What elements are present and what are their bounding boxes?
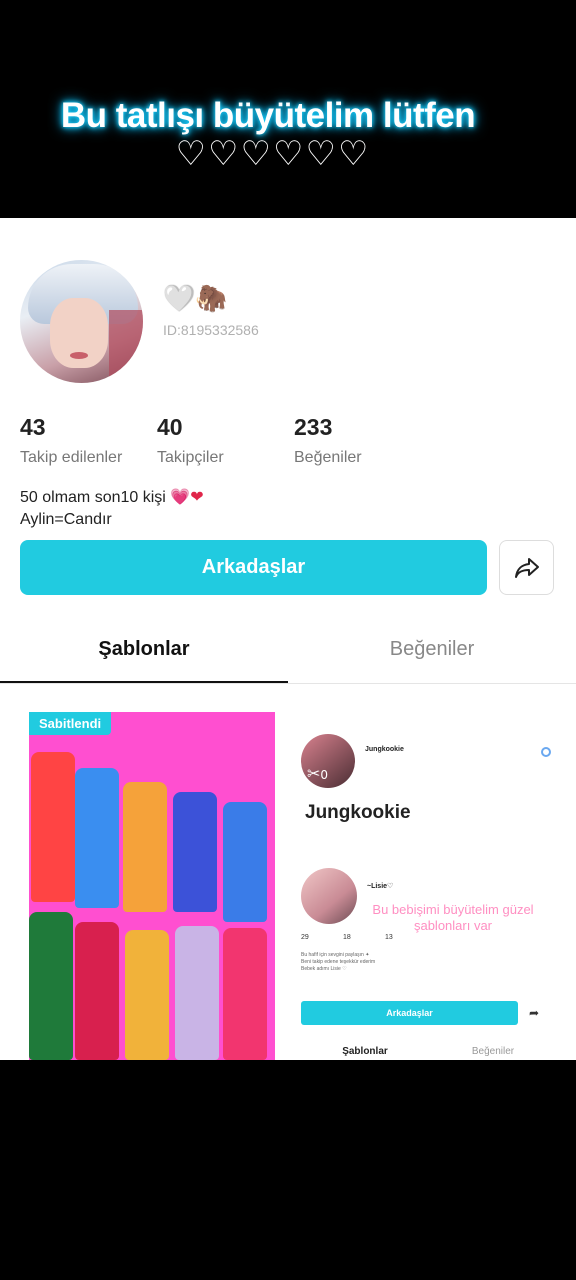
share-button[interactable] bbox=[499, 540, 554, 595]
tab-likes[interactable]: Beğeniler bbox=[288, 638, 576, 661]
scissors-count: 0 bbox=[320, 768, 329, 782]
card-stats: 29 18 13 bbox=[301, 934, 393, 941]
stat-followers[interactable]: 40 Takipçiler bbox=[157, 414, 224, 467]
pink-heart-icon: 💗 bbox=[170, 487, 191, 506]
stat-following[interactable]: 43 Takip edilenler bbox=[20, 414, 122, 467]
stat-likes[interactable]: 233 Beğeniler bbox=[294, 414, 362, 467]
stat-followers-value: 40 bbox=[157, 414, 183, 440]
profile-screen: 🤍🦣 ID:8195332586 43 Takip edilenler 40 T… bbox=[0, 218, 576, 1060]
user-id: ID:8195332586 bbox=[163, 322, 259, 338]
circle-icon bbox=[541, 747, 551, 757]
pinned-badge: Sabitlendi bbox=[29, 712, 112, 735]
card-tab-templates: Şablonlar bbox=[342, 1046, 388, 1057]
profile-name: 🤍🦣 bbox=[163, 284, 228, 314]
tab-templates[interactable]: Şablonlar bbox=[0, 638, 288, 661]
scissors-icon: ✂0 bbox=[307, 764, 329, 783]
stat-likes-value: 233 bbox=[294, 414, 333, 440]
bio: 50 olmam son10 kişi 💗❤ Aylin=Candır bbox=[20, 486, 204, 531]
white-heart-icon: 🤍 bbox=[163, 284, 196, 314]
caption-line-1: Bu tatlışı büyütelim lütfen bbox=[60, 96, 476, 135]
card-share-icon: ➦ bbox=[529, 1006, 540, 1020]
avatar[interactable] bbox=[20, 260, 143, 383]
card-friends-button: Arkadaşlar bbox=[301, 1001, 518, 1025]
red-heart-icon: ❤ bbox=[190, 487, 204, 506]
bio-line-1: 50 olmam son10 kişi bbox=[20, 489, 166, 506]
bio-line-2: Aylin=Candır bbox=[20, 511, 112, 528]
mammoth-icon: 🦣 bbox=[195, 284, 228, 314]
card-avatar-2 bbox=[301, 868, 357, 924]
template-video-card[interactable]: ✂0 Jungkookie Jungkookie ~Lisie♡ Bu bebi… bbox=[293, 712, 559, 1060]
friends-button[interactable]: Arkadaşlar bbox=[20, 540, 487, 595]
video-caption-overlay: Bu tatlışı büyütelim lütfen ♡♡♡♡♡♡ bbox=[0, 0, 576, 218]
card-title: Jungkookie bbox=[305, 802, 411, 823]
stat-following-value: 43 bbox=[20, 414, 46, 440]
stat-likes-label: Beğeniler bbox=[294, 449, 362, 466]
pinned-video-card[interactable]: Sabitlendi bbox=[29, 712, 275, 1060]
stat-following-label: Takip edilenler bbox=[20, 449, 123, 466]
card-tab-likes: Beğeniler bbox=[471, 1046, 515, 1057]
share-arrow-icon bbox=[515, 558, 539, 578]
stat-followers-label: Takipçiler bbox=[157, 449, 224, 466]
caption-hearts: ♡♡♡♡♡♡ bbox=[175, 134, 371, 174]
tab-divider bbox=[0, 683, 576, 684]
card-name-2: ~Lisie♡ bbox=[367, 883, 394, 890]
card-small-name: Jungkookie bbox=[365, 746, 404, 753]
card-pink-text: Bu bebişimi büyütelim güzel şablonları v… bbox=[372, 902, 534, 933]
bottom-black-area bbox=[0, 1060, 576, 1280]
card-bio: Bu hafif için sevgini paylaşın ✦ Beni ta… bbox=[301, 952, 376, 972]
